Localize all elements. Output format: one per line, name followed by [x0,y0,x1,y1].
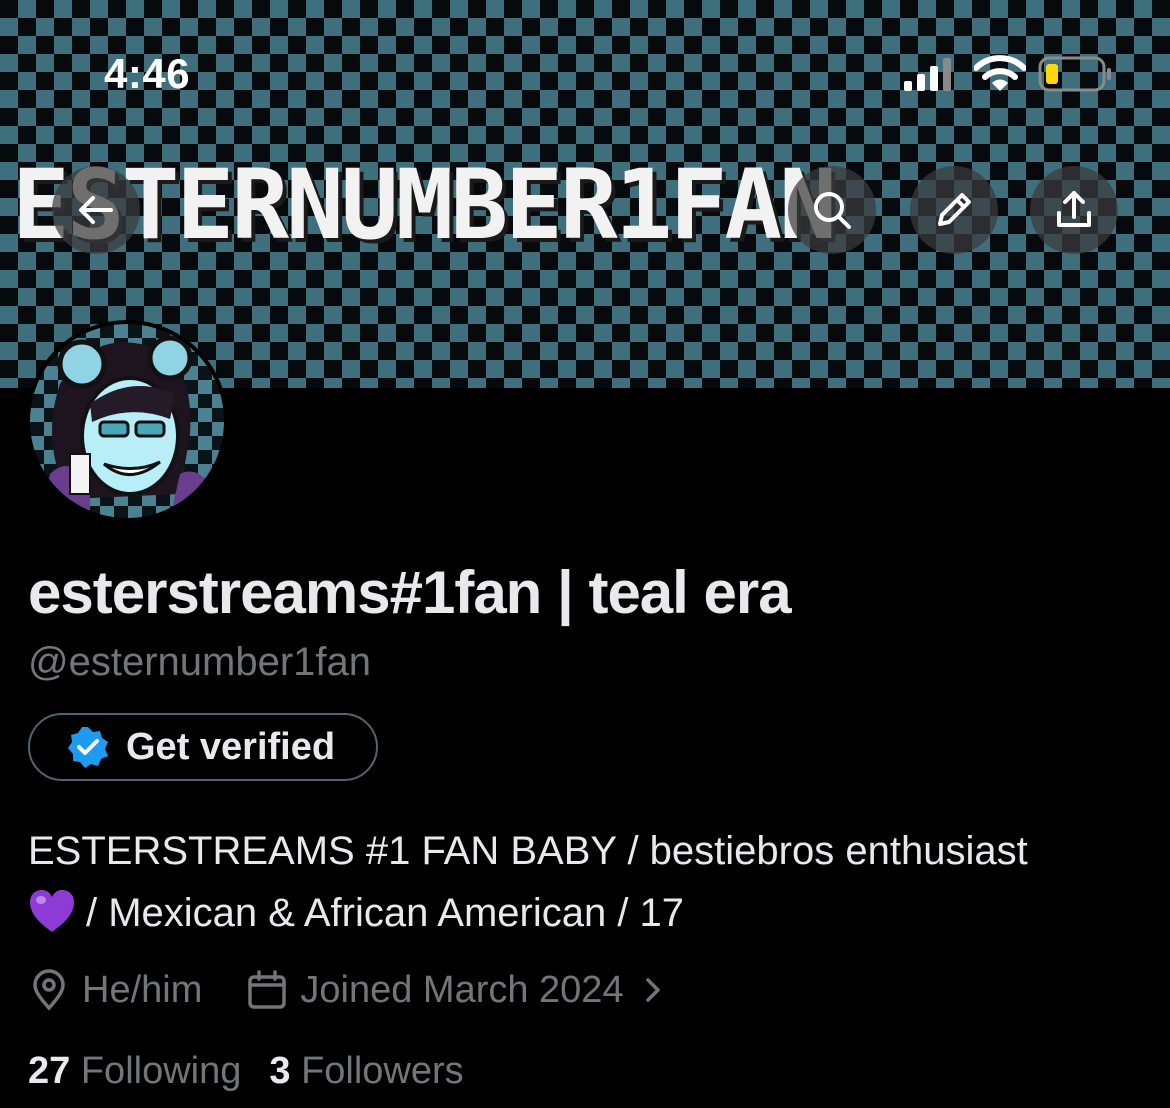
profile-bio: ESTERSTREAMS #1 FAN BABY / bestiebros en… [28,820,1148,944]
verified-badge-icon [68,727,108,768]
profile-meta: He/him Joined March 2024 [28,960,668,1020]
bio-line-2: / Mexican & African American / 17 [28,882,1148,944]
display-name: esterstreams#1fan | teal era [28,559,792,626]
following-label: Following [80,1050,242,1092]
wifi-icon [974,55,1026,91]
status-time: 4:46 [104,50,191,97]
followers-count: 3 [269,1050,291,1092]
get-verified-button[interactable]: Get verified [28,713,378,781]
search-icon [814,192,851,229]
battery-icon [1038,56,1111,92]
location-pin-icon [33,969,65,1011]
avatar[interactable] [26,320,228,522]
pencil-icon [938,193,971,226]
followers-label: Followers [301,1050,464,1092]
chevron-right-icon[interactable] [638,975,668,1005]
username-handle: @esternumber1fan [28,640,372,684]
search-button[interactable] [788,166,876,254]
share-button[interactable] [1030,166,1118,254]
calendar-icon [248,970,287,1009]
bio-line-1: ESTERSTREAMS #1 FAN BABY / bestiebros en… [28,829,1028,873]
follow-stats: 27 Following 3 Followers [28,1050,464,1093]
back-button[interactable] [52,166,140,254]
bio-line-2-text: / Mexican & African American / 17 [86,891,685,935]
edit-button[interactable] [910,166,998,254]
pronouns: He/him [82,968,203,1011]
get-verified-label: Get verified [126,725,336,768]
following-count: 27 [28,1050,71,1092]
cellular-signal-icon [904,58,951,91]
joined-date[interactable]: Joined March 2024 [300,969,623,1012]
arrow-left-icon [79,196,113,224]
avatar-illustration [30,324,224,518]
purple-heart-icon [30,890,74,932]
share-icon [1057,191,1091,227]
following-link[interactable]: 27 Following [28,1050,241,1092]
followers-link[interactable]: 3 Followers [269,1050,463,1092]
